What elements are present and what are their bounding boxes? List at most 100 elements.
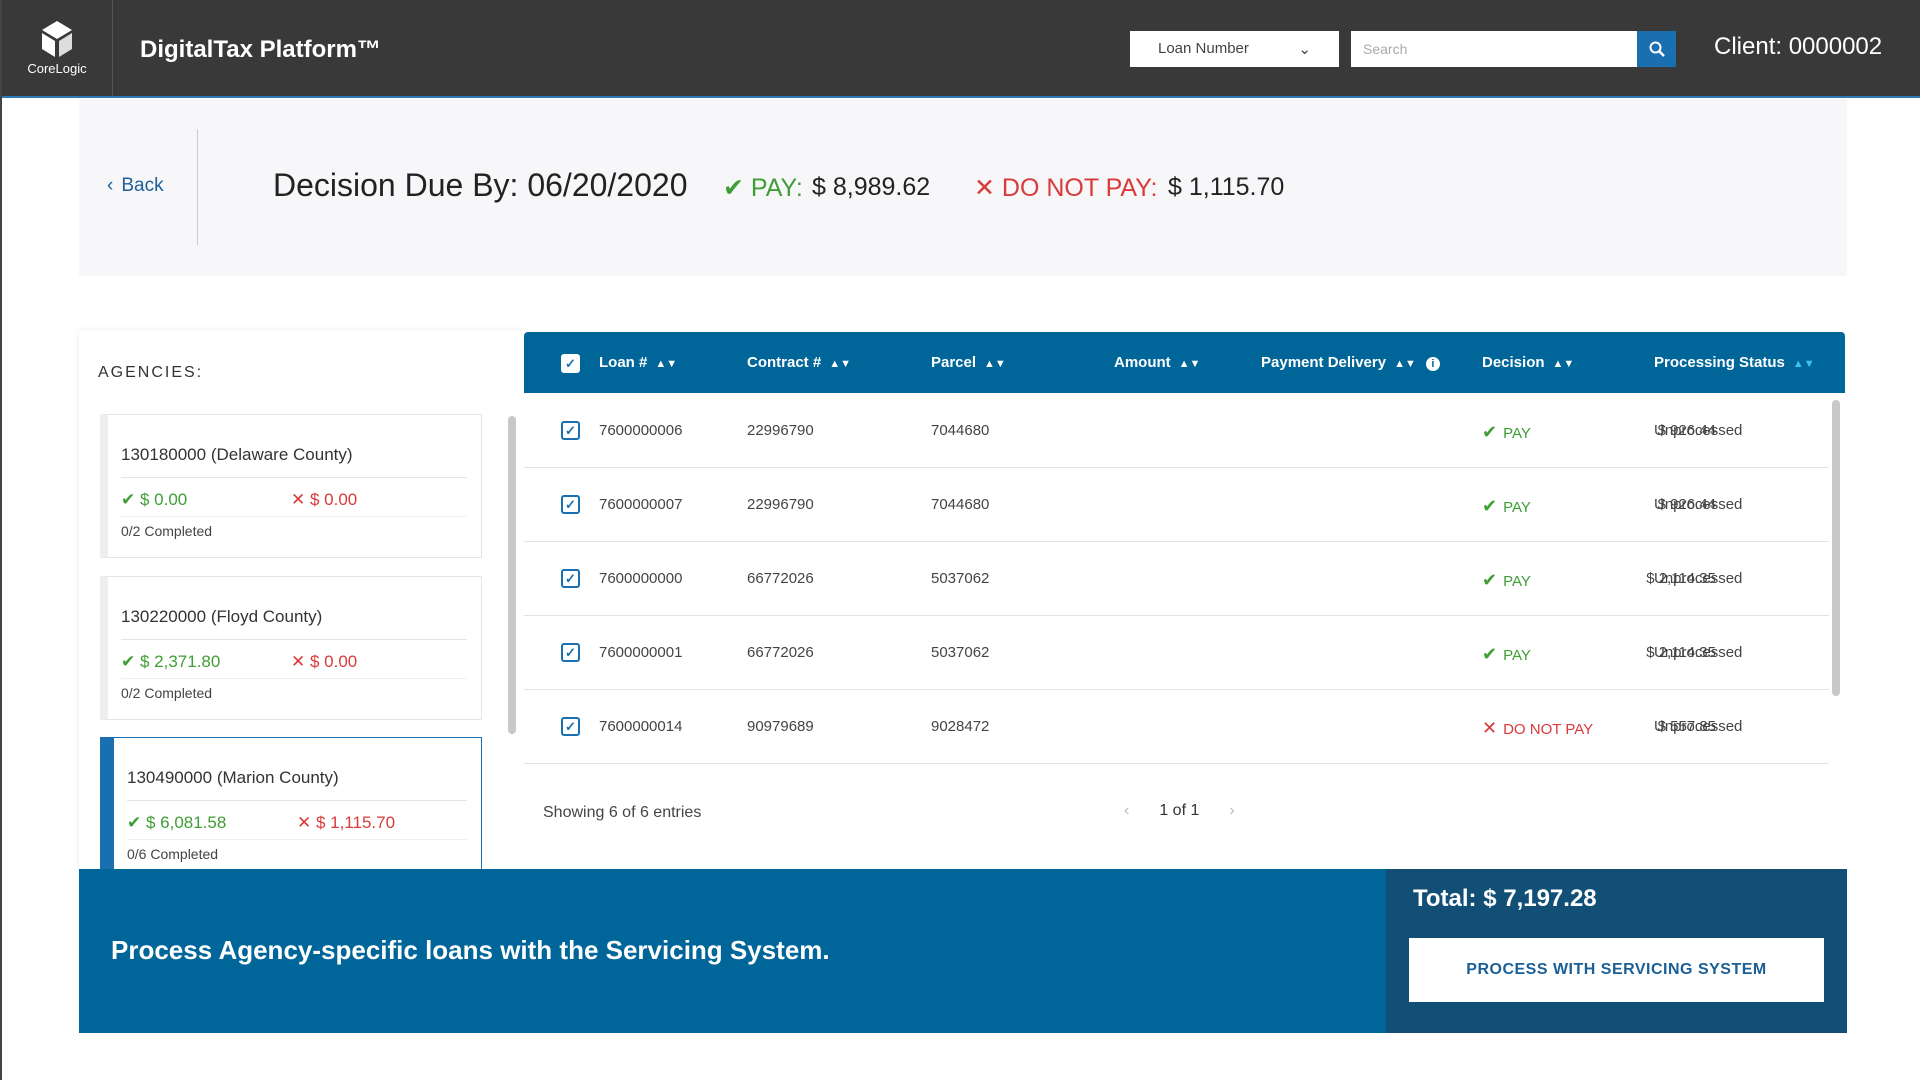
sort-icon: ▲▼: [655, 358, 678, 370]
back-label: Back: [121, 175, 164, 196]
process-banner: Process Agency-specific loans with the S…: [79, 869, 1847, 1033]
sort-icon: ▲▼: [1792, 358, 1815, 370]
row-checkbox[interactable]: ✓: [561, 643, 580, 662]
select-all-checkbox[interactable]: ✓: [561, 354, 580, 373]
decision[interactable]: ✔ PAY: [1482, 644, 1531, 665]
agency-name: 130490000 (Marion County): [127, 768, 467, 801]
table-header: ✓ Loan # ▲▼ Contract # ▲▼ Parcel ▲▼ Amount ▲…: [524, 332, 1845, 393]
search-input[interactable]: [1351, 31, 1637, 67]
table-row[interactable]: ✓ 7600000001 66772026 5037062 $ 2,114.35…: [524, 616, 1829, 690]
contract-number: 22996790: [747, 422, 814, 439]
parcel: 5037062: [931, 644, 990, 661]
loans-table: ✓ Loan # ▲▼ Contract # ▲▼ Parcel ▲▼ Amount ▲…: [524, 332, 1845, 869]
info-icon[interactable]: i: [1425, 357, 1440, 371]
back-link[interactable]: ‹ Back: [107, 175, 164, 197]
pay-total-label: ✔ PAY:: [723, 173, 803, 203]
process-with-servicing-system-button[interactable]: PROCESS WITH SERVICING SYSTEM: [1409, 938, 1824, 1002]
total-amount: Total: $ 7,197.28: [1413, 885, 1597, 912]
corelogic-logo[interactable]: CoreLogic: [2, 0, 113, 96]
contract-number: 66772026: [747, 570, 814, 587]
agencies-label: AGENCIES:: [98, 364, 204, 381]
check-icon: ✔: [1482, 422, 1498, 442]
agency-name: 130220000 (Floyd County): [121, 607, 467, 640]
loan-number: 7600000007: [599, 496, 683, 513]
sort-icon: ▲▼: [1394, 358, 1416, 370]
agency-card[interactable]: 130180000 (Delaware County) ✔ $ 0.00 ✕ $ …: [100, 414, 482, 558]
search-icon: [1649, 41, 1665, 57]
processing-status: Unprocessed: [1654, 422, 1743, 439]
parcel: 7044680: [931, 422, 990, 439]
decision-due-date: Decision Due By: 06/20/2020: [273, 167, 688, 203]
agencies-scrollbar[interactable]: [508, 416, 516, 734]
agency-card[interactable]: 130220000 (Floyd County) ✔ $ 2,371.80 ✕ $…: [100, 576, 482, 720]
contract-number: 22996790: [747, 496, 814, 513]
sort-icon: ▲▼: [1552, 358, 1575, 370]
sort-icon: ▲▼: [1178, 358, 1201, 370]
parcel: 9028472: [931, 718, 990, 735]
logo-text: CoreLogic: [27, 60, 87, 76]
row-checkbox[interactable]: ✓: [561, 569, 580, 588]
agency-completed: 0/2 Completed: [121, 516, 467, 539]
total-section: Total: $ 7,197.28 PROCESS WITH SERVICING…: [1386, 869, 1847, 1033]
contract-number: 90979689: [747, 718, 814, 735]
prev-page-icon[interactable]: ‹: [1124, 802, 1129, 820]
col-payment-delivery[interactable]: Payment Delivery ▲▼ i: [1261, 354, 1440, 371]
processing-status: Unprocessed: [1654, 644, 1743, 661]
search-type-dropdown[interactable]: Loan Number ⌄: [1130, 31, 1339, 67]
entries-count: Showing 6 of 6 entries: [543, 804, 702, 821]
search-button[interactable]: [1637, 31, 1676, 67]
table-row[interactable]: ✓ 7600000007 22996790 7044680 $ 926.44 ✔…: [524, 468, 1829, 542]
sort-icon: ▲▼: [829, 358, 851, 370]
agency-pay: ✔ $ 2,371.80: [121, 652, 221, 671]
agency-dnp: ✕ $ 1,115.70: [297, 813, 396, 832]
loan-number: 7600000006: [599, 422, 683, 439]
loan-number: 7600000001: [599, 644, 683, 661]
app-title: DigitalTax Platform™: [140, 36, 381, 63]
col-decision[interactable]: Decision ▲▼: [1482, 354, 1574, 371]
col-contract[interactable]: Contract # ▲▼: [747, 354, 851, 371]
row-checkbox[interactable]: ✓: [561, 421, 580, 440]
table-row[interactable]: ✓ 7600000006 22996790 7044680 $ 926.44 ✔…: [524, 394, 1829, 468]
table-scrollbar[interactable]: [1832, 400, 1840, 696]
x-icon: ✕: [1482, 718, 1498, 738]
decision[interactable]: ✔ PAY: [1482, 496, 1531, 517]
processing-status: Unprocessed: [1654, 570, 1743, 587]
col-loan[interactable]: Loan # ▲▼: [599, 354, 677, 371]
agency-dnp: ✕ $ 0.00: [291, 490, 358, 509]
client-id: Client: 0000002: [1714, 33, 1883, 60]
table-row[interactable]: ✓ 7600000000 66772026 5037062 $ 2,114.35…: [524, 542, 1829, 616]
chevron-down-icon: ⌄: [1298, 41, 1311, 58]
do-not-pay-total-label: ✕ DO NOT PAY:: [974, 173, 1158, 203]
agency-completed: 0/6 Completed: [127, 839, 467, 862]
col-processing-status[interactable]: Processing Status ▲▼: [1654, 354, 1815, 371]
x-icon: ✕: [974, 174, 1002, 202]
contract-number: 66772026: [747, 644, 814, 661]
page-indicator: 1 of 1: [1159, 802, 1200, 819]
processing-status: Unprocessed: [1654, 718, 1743, 735]
check-icon: ✔: [1482, 644, 1498, 664]
row-checkbox[interactable]: ✓: [561, 495, 580, 514]
dropdown-value: Loan Number: [1158, 40, 1249, 57]
table-row[interactable]: ✓ 7600000014 90979689 9028472 $ 557.85 ✕…: [524, 690, 1829, 764]
agency-name: 130180000 (Delaware County): [121, 445, 467, 478]
col-amount[interactable]: Amount ▲▼: [1114, 354, 1200, 371]
agency-completed: 0/2 Completed: [121, 678, 467, 701]
decision[interactable]: ✔ PAY: [1482, 570, 1531, 591]
col-parcel[interactable]: Parcel ▲▼: [931, 354, 1006, 371]
check-icon: ✔: [1482, 496, 1498, 516]
sort-icon: ▲▼: [984, 358, 1006, 370]
do-not-pay-total-amount: $ 1,115.70: [1168, 173, 1285, 201]
agency-card-selected[interactable]: 130490000 (Marion County) ✔ $ 6,081.58 ✕ …: [100, 737, 482, 869]
loan-number: 7600000014: [599, 718, 683, 735]
top-bar: CoreLogic DigitalTax Platform™ Loan Numb…: [2, 0, 1920, 98]
agency-pay: ✔ $ 0.00: [121, 490, 188, 509]
row-checkbox[interactable]: ✓: [561, 717, 580, 736]
next-page-icon[interactable]: ›: [1229, 802, 1234, 820]
check-icon: ✔: [723, 174, 751, 202]
processing-status: Unprocessed: [1654, 496, 1743, 513]
loan-number: 7600000000: [599, 570, 683, 587]
pagination: ‹ 1 of 1 ›: [1124, 802, 1235, 820]
pay-label: PAY:: [750, 174, 803, 202]
decision[interactable]: ✕ DO NOT PAY: [1482, 718, 1593, 739]
decision[interactable]: ✔ PAY: [1482, 422, 1531, 443]
